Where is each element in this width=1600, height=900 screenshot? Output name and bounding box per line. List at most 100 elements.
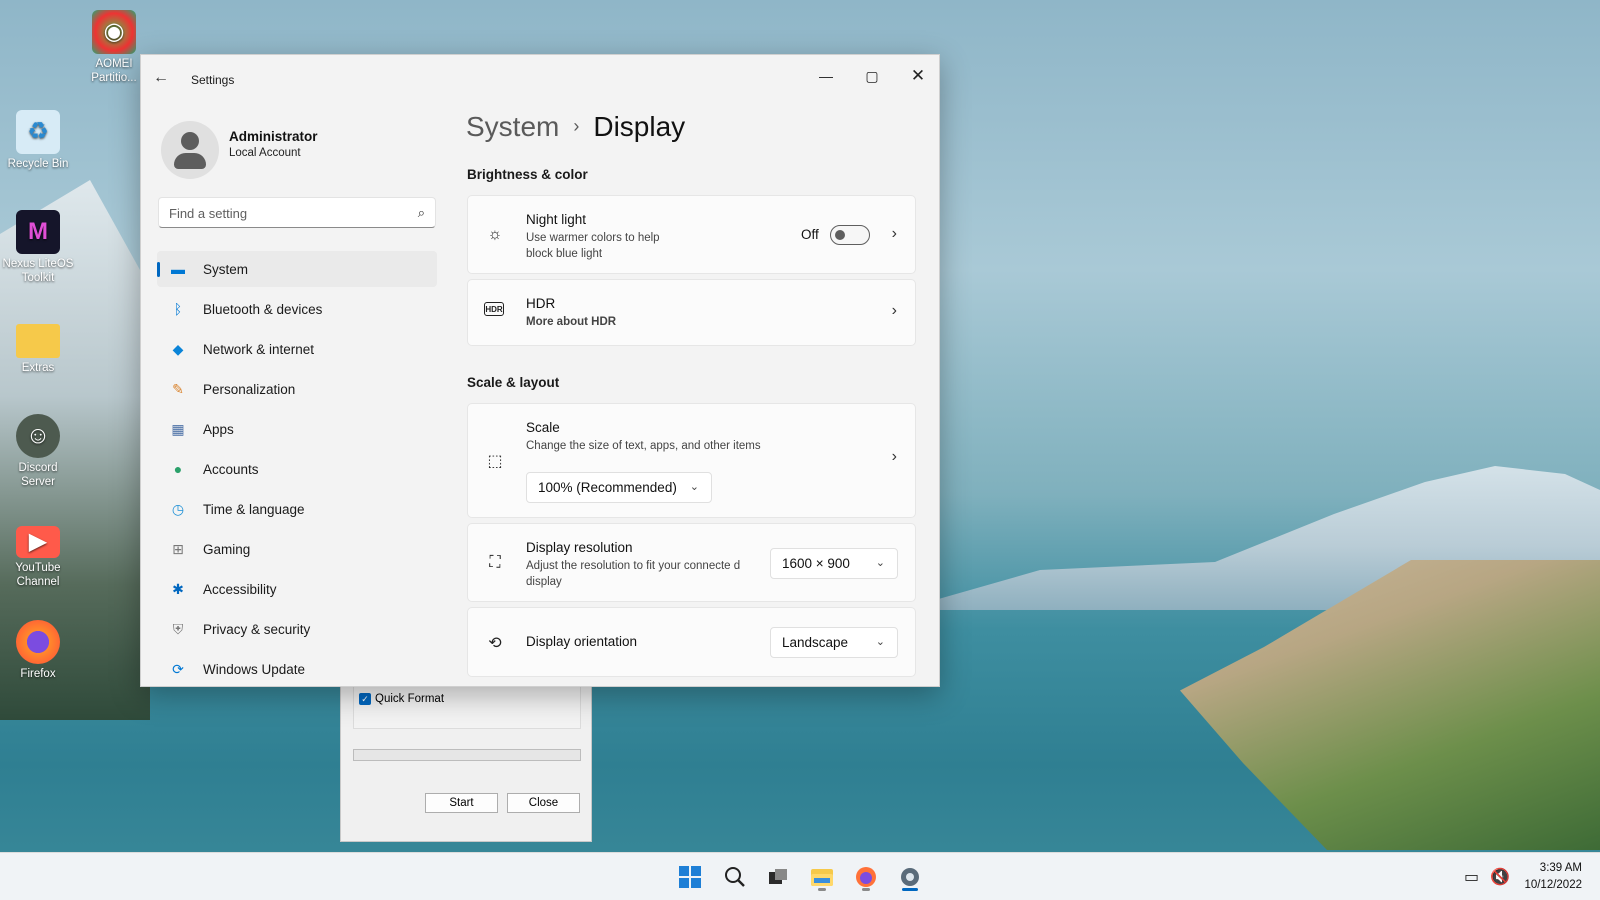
task-view-icon[interactable]: [762, 861, 794, 893]
desktop-icon-firefox[interactable]: Firefox: [0, 620, 76, 681]
settings-icon[interactable]: [894, 861, 926, 893]
start-icon[interactable]: [674, 861, 706, 893]
desktop-icon-label: Extras: [21, 362, 55, 374]
sidebar-item-system[interactable]: ▬ System: [157, 251, 437, 287]
time-language-icon: ◷: [171, 500, 185, 517]
format-progress-bar: [353, 749, 581, 761]
minimize-button[interactable]: —: [803, 61, 849, 91]
checkbox-checked-icon: ✓: [359, 693, 371, 705]
scale-icon: ⬚: [487, 453, 503, 470]
volume-muted-icon[interactable]: 🔇: [1490, 867, 1510, 887]
desktop-icon-nexus-liteos[interactable]: M Nexus LiteOS Toolkit: [0, 210, 76, 285]
system-clock[interactable]: 3:39 AM 10/12/2022: [1524, 860, 1582, 894]
chevron-down-icon: ⌄: [875, 636, 885, 648]
network-status-icon[interactable]: ▭: [1464, 867, 1479, 887]
sidebar-item-label: Personalization: [203, 381, 296, 397]
youtube-icon: ▶: [16, 526, 60, 558]
maximize-button[interactable]: ▢: [849, 61, 895, 91]
desktop-icon-discord[interactable]: ☺ Discord Server: [0, 414, 76, 489]
resolution-dropdown[interactable]: 1600 × 900 ⌄: [770, 548, 898, 579]
firefox-icon: [16, 620, 60, 664]
desktop-icon-recycle-bin[interactable]: ♻ Recycle Bin: [0, 110, 76, 171]
quick-format-label: Quick Format: [375, 693, 445, 705]
display-orientation-card: ⟲ Display orientation Landscape ⌄: [467, 607, 916, 677]
breadcrumb: System › Display: [466, 111, 685, 143]
close-window-button[interactable]: ✕: [895, 61, 939, 91]
chevron-right-icon: ›: [891, 448, 897, 465]
scale-dropdown[interactable]: 100% (Recommended) ⌄: [526, 472, 712, 503]
night-light-desc: Use warmer colors to help block blue lig…: [526, 232, 660, 260]
taskbar: ▭ 🔇 3:39 AM 10/12/2022: [0, 852, 1600, 900]
format-dialog: ✓ Quick Format Start Close: [340, 660, 592, 842]
sidebar-item-label: Time & language: [203, 501, 305, 517]
desktop-icon-youtube[interactable]: ▶ YouTube Channel: [0, 518, 76, 589]
search-icon[interactable]: [719, 861, 751, 893]
scale-value: 100% (Recommended): [538, 480, 677, 495]
chevron-down-icon: ⌄: [875, 557, 885, 569]
brightness-icon: ☼: [487, 226, 503, 243]
quick-format-checkbox[interactable]: ✓ Quick Format: [359, 693, 444, 705]
sidebar-nav: ▬ System ᛒ Bluetooth & devices ◆ Network…: [157, 251, 437, 686]
sidebar-item-apps[interactable]: ▦ Apps: [157, 411, 437, 447]
scale-desc: Change the size of text, apps, and other…: [526, 440, 761, 452]
sidebar-item-personalization[interactable]: ✎ Personalization: [157, 371, 437, 407]
chevron-down-icon: ⌄: [689, 481, 699, 493]
sidebar-item-label: Accounts: [203, 461, 259, 477]
orientation-icon: ⟲: [488, 635, 502, 652]
shield-icon: ⛨: [172, 620, 184, 637]
back-arrow-icon[interactable]: ←: [153, 69, 173, 89]
desktop-icon-label: Discord Server: [18, 462, 58, 488]
scale-card[interactable]: ⬚ Scale Change the size of text, apps, a…: [467, 403, 916, 518]
start-button[interactable]: Start: [425, 793, 498, 813]
desktop-icon-label: Firefox: [20, 668, 56, 680]
chevron-right-icon: ›: [573, 116, 580, 136]
app-title: Settings: [191, 73, 235, 87]
file-explorer-icon[interactable]: [806, 861, 838, 893]
clock-time: 3:39 AM: [1539, 862, 1582, 874]
more-about-hdr-link[interactable]: More about HDR: [526, 314, 616, 330]
sidebar-item-bluetooth[interactable]: ᛒ Bluetooth & devices: [157, 291, 437, 327]
sidebar-item-accessibility[interactable]: ✱ Accessibility: [157, 571, 437, 607]
close-button[interactable]: Close: [507, 793, 580, 813]
sidebar-item-network[interactable]: ◆ Network & internet: [157, 331, 437, 367]
avatar[interactable]: [161, 121, 219, 179]
hdr-title: HDR: [526, 296, 556, 311]
sidebar-item-label: Gaming: [203, 541, 251, 557]
sidebar-item-gaming[interactable]: ⊞ Gaming: [157, 531, 437, 567]
firefox-icon[interactable]: [850, 861, 882, 893]
display-resolution-title: Display resolution: [526, 540, 633, 555]
orientation-value: Landscape: [782, 635, 849, 650]
scale-title: Scale: [526, 420, 560, 435]
clock-date: 10/12/2022: [1524, 879, 1582, 891]
sidebar-item-label: System: [203, 261, 249, 277]
discord-icon: ☺: [16, 414, 60, 458]
aomei-partition-icon: ◉: [92, 10, 136, 54]
sidebar-item-windows-update[interactable]: ⟳ Windows Update: [157, 651, 437, 686]
title-bar: ← Settings — ▢ ✕: [141, 55, 939, 103]
system-icon: ▬: [171, 261, 185, 277]
night-light-toggle[interactable]: [830, 225, 870, 245]
windows-update-icon: ⟳: [172, 660, 184, 677]
page-title: Display: [593, 111, 686, 142]
gaming-icon: ⊞: [172, 540, 184, 557]
hdr-card[interactable]: HDR HDR More about HDR ›: [467, 279, 916, 346]
profile-subtitle: Local Account: [229, 147, 301, 159]
desktop-icon-label: YouTube Channel: [15, 562, 61, 588]
night-light-title: Night light: [526, 212, 587, 227]
display-resolution-desc: Adjust the resolution to fit your connec…: [526, 560, 741, 588]
resolution-icon: ⛶: [489, 554, 501, 571]
night-light-card[interactable]: ☼ Night light Use warmer colors to help …: [467, 195, 916, 274]
search-input[interactable]: Find a setting ⌕: [158, 197, 436, 228]
sidebar-item-time-language[interactable]: ◷ Time & language: [157, 491, 437, 527]
display-resolution-card: ⛶ Display resolution Adjust the resoluti…: [467, 523, 916, 602]
network-icon: ◆: [172, 340, 184, 357]
sidebar-item-privacy-security[interactable]: ⛨ Privacy & security: [157, 611, 437, 647]
desktop-icon-extras[interactable]: Extras: [0, 318, 76, 375]
folder-icon: [16, 324, 60, 358]
search-placeholder: Find a setting: [169, 206, 248, 221]
sidebar-item-accounts[interactable]: ● Accounts: [157, 451, 437, 487]
breadcrumb-parent[interactable]: System: [466, 111, 559, 142]
accessibility-icon: ✱: [172, 580, 184, 597]
orientation-dropdown[interactable]: Landscape ⌄: [770, 627, 898, 658]
search-icon[interactable]: ⌕: [418, 205, 425, 221]
